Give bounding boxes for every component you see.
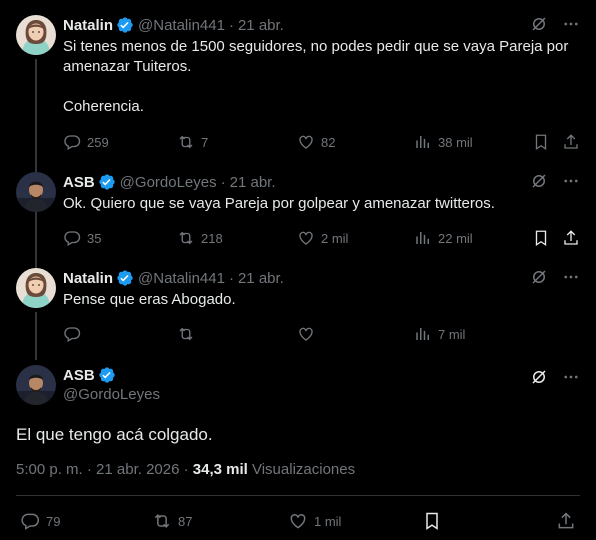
retweet-count: 218	[201, 230, 223, 246]
separator-dot: ·	[220, 173, 226, 191]
views-count: 22 mil	[438, 230, 473, 246]
display-name[interactable]: Natalin	[63, 17, 113, 34]
verified-badge-icon	[98, 174, 115, 190]
verified-badge-icon	[98, 367, 115, 383]
retweet-button[interactable]: 7	[177, 132, 208, 152]
views-button[interactable]: 38 mil	[414, 132, 473, 152]
tweet-meta: 5:00 p. m. · 21 abr. 2026 · 34,3 mil Vis…	[16, 461, 355, 478]
bookmark-icon[interactable]	[532, 229, 550, 247]
avatar-asb[interactable]	[16, 365, 56, 405]
share-icon[interactable]	[556, 511, 576, 531]
more-icon[interactable]	[562, 172, 580, 190]
retweet-count: 7	[201, 134, 209, 150]
tweet-3[interactable]: Natalin @Natalin441 · 21 abr. Pense que …	[0, 266, 596, 360]
more-icon[interactable]	[562, 268, 580, 286]
share-icon[interactable]	[562, 229, 580, 247]
retweet-icon	[179, 327, 193, 341]
bookmark-icon[interactable]	[422, 511, 442, 531]
tweet-date[interactable]: 21 abr.	[238, 17, 284, 34]
like-icon	[299, 135, 313, 149]
verified-badge-icon	[117, 17, 133, 33]
like-button[interactable]: 82	[297, 132, 335, 152]
tweet-text: Si tenes menos de 1500 seguidores, no po…	[63, 38, 569, 115]
more-icon[interactable]	[562, 15, 580, 33]
reply-icon	[21, 513, 40, 530]
tweet-header: Natalin @Natalin441 · 21 abr.	[63, 15, 580, 35]
reply-icon	[64, 135, 81, 150]
grok-icon[interactable]	[530, 368, 548, 386]
tweet-text: Pense que eras Abogado.	[63, 291, 236, 308]
retweet-count: 87	[178, 513, 193, 529]
retweet-icon	[179, 135, 193, 149]
separator-dot: ·	[228, 16, 234, 34]
tweet-header: Natalin @Natalin441 · 21 abr.	[63, 268, 580, 288]
views-icon	[416, 232, 429, 244]
tweet-header: ASB @GordoLeyes · 21 abr.	[63, 172, 580, 192]
views-count: 7 mil	[438, 326, 466, 342]
grok-icon[interactable]	[530, 15, 548, 33]
views-icon	[416, 136, 429, 148]
tweet-date[interactable]: 21 abr.	[238, 270, 284, 287]
reply-button[interactable]	[63, 324, 81, 344]
views-button[interactable]: 7 mil	[414, 324, 465, 344]
separator-dot: ·	[228, 269, 234, 287]
reply-count: 35	[87, 230, 102, 246]
grok-icon[interactable]	[530, 268, 548, 286]
like-count: 1 mil	[314, 513, 342, 529]
thread-connector	[35, 215, 37, 269]
avatar-natalin[interactable]	[16, 268, 56, 308]
like-button[interactable]: 1 mil	[288, 511, 341, 531]
tweet-timestamp[interactable]: 5:00 p. m. · 21 abr. 2026 ·	[16, 461, 193, 478]
more-icon[interactable]	[562, 368, 580, 386]
display-name[interactable]: Natalin	[63, 270, 113, 287]
like-icon	[299, 231, 313, 245]
retweet-icon	[179, 231, 193, 245]
main-tweet-text: El que tengo acá colgado.	[16, 425, 213, 444]
share-icon[interactable]	[562, 133, 580, 151]
reply-icon	[64, 231, 81, 246]
views-label: Visualizaciones	[247, 461, 356, 478]
reply-button[interactable]: 79	[20, 511, 60, 531]
like-button[interactable]: 2 mil	[297, 228, 348, 248]
user-handle[interactable]: @GordoLeyes	[63, 386, 580, 403]
like-button[interactable]	[297, 324, 315, 344]
bookmark-icon[interactable]	[532, 133, 550, 151]
avatar-natalin[interactable]	[16, 15, 56, 55]
reply-count: 259	[87, 134, 109, 150]
display-name[interactable]: ASB	[63, 367, 95, 384]
views-icon	[416, 328, 429, 340]
reply-button[interactable]: 35	[63, 228, 101, 248]
user-handle[interactable]: @Natalin441	[138, 270, 225, 287]
user-handle[interactable]: @Natalin441	[138, 17, 225, 34]
like-icon	[290, 513, 306, 529]
user-handle[interactable]: @GordoLeyes	[120, 174, 217, 191]
tweet-text: Ok. Quiero que se vaya Pareja por golpea…	[63, 195, 495, 212]
main-tweet: ASB @GordoLeyes El que tengo acá colgado…	[0, 358, 596, 540]
reply-button[interactable]: 259	[63, 132, 109, 152]
views-total[interactable]: 34,3 mil	[193, 461, 248, 478]
retweet-button[interactable]: 87	[152, 511, 192, 531]
views-count: 38 mil	[438, 134, 473, 150]
like-icon	[299, 327, 313, 341]
tweet-1[interactable]: Natalin @Natalin441 · 21 abr. Si tenes m…	[0, 12, 596, 219]
thread-connector	[35, 312, 37, 360]
tweet-date[interactable]: 21 abr.	[230, 174, 276, 191]
reply-icon	[64, 327, 81, 342]
retweet-icon	[154, 514, 170, 528]
like-count: 2 mil	[321, 230, 349, 246]
like-count: 82	[321, 134, 336, 150]
reply-count: 79	[46, 513, 61, 529]
divider	[16, 495, 580, 496]
grok-icon[interactable]	[530, 172, 548, 190]
tweet-2[interactable]: ASB @GordoLeyes · 21 abr. Ok. Quiero que…	[0, 170, 596, 269]
verified-badge-icon	[117, 270, 133, 286]
display-name[interactable]: ASB	[63, 174, 95, 191]
conversation-thread: Natalin @Natalin441 · 21 abr. Si tenes m…	[0, 0, 596, 540]
views-button[interactable]: 22 mil	[414, 228, 473, 248]
retweet-button[interactable]: 218	[177, 228, 223, 248]
retweet-button[interactable]	[177, 324, 195, 344]
avatar-asb[interactable]	[16, 172, 56, 212]
